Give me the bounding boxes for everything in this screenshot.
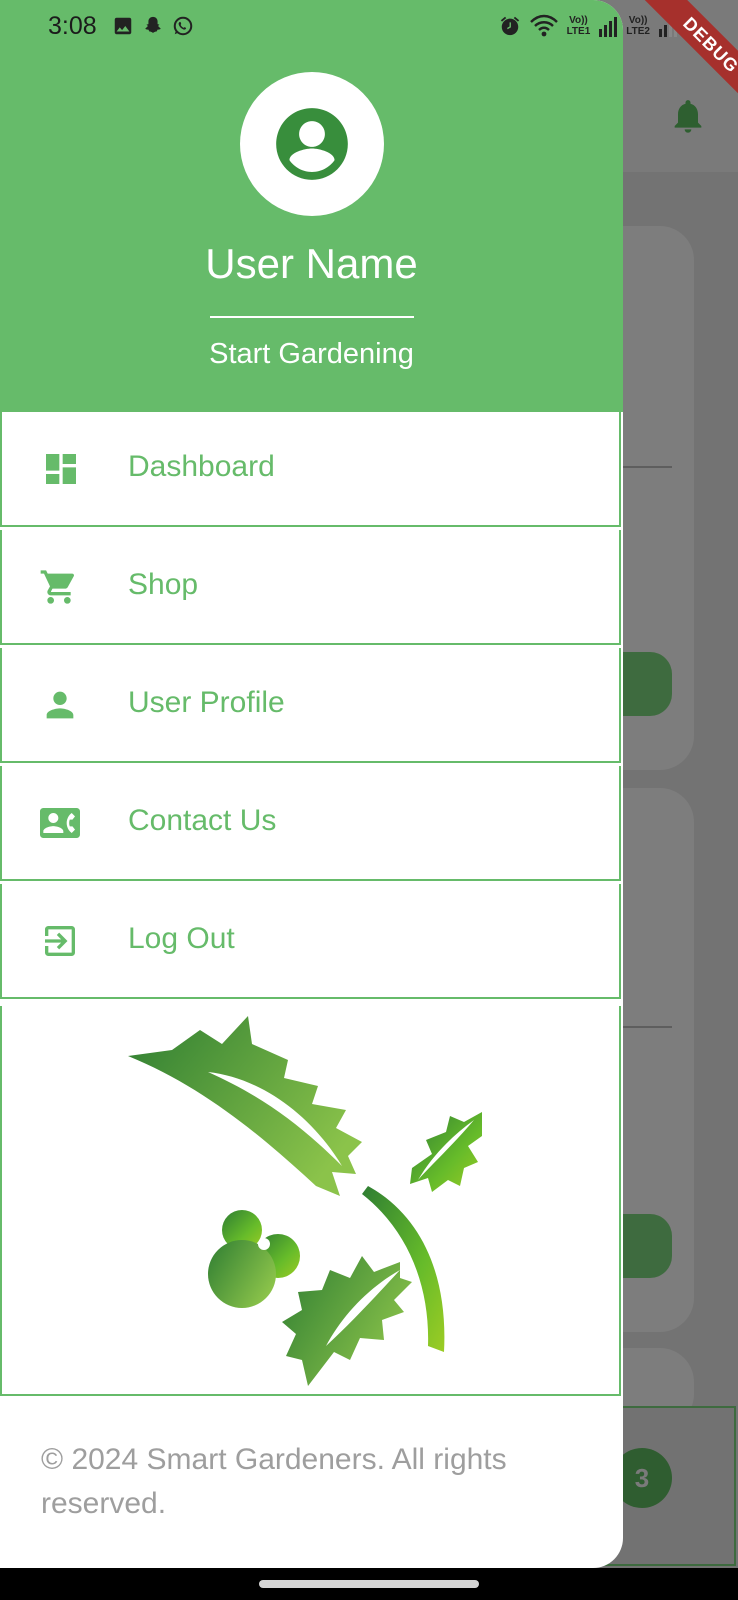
logout-icon (45, 926, 75, 956)
footer-copyright: © 2024 Smart Gardeners. All rights reser… (41, 1443, 507, 1520)
wifi-icon (529, 14, 558, 37)
status-time: 3:08 (48, 12, 97, 40)
menu-label: Log Out (128, 922, 235, 955)
notification-bell-icon[interactable] (668, 94, 708, 138)
whatsapp-icon (173, 16, 193, 36)
sim2-label: Vo)) LTE2 (626, 15, 650, 37)
background-divider (620, 466, 672, 468)
background-divider (620, 1026, 672, 1028)
avatar[interactable] (240, 72, 384, 216)
gesture-handle[interactable] (259, 1580, 479, 1588)
account-circle-icon (276, 108, 348, 180)
alarm-icon (500, 16, 519, 36)
menu-label: Dashboard (128, 450, 275, 483)
user-name: User Name (205, 240, 418, 287)
snapchat-icon (145, 16, 161, 33)
navigation-drawer: User Name Start Gardening Dashboard Shop… (0, 0, 623, 1568)
drawer-subtitle: Start Gardening (209, 338, 414, 370)
menu-label: Contact Us (128, 804, 277, 837)
menu-item-log-out[interactable]: Log Out (0, 884, 621, 999)
person-icon (46, 691, 74, 719)
dashboard-icon (46, 454, 76, 484)
menu-item-user-profile[interactable]: User Profile (0, 648, 621, 763)
menu-item-contact-us[interactable]: Contact Us (0, 766, 621, 881)
menu-item-dashboard[interactable]: Dashboard (0, 412, 621, 527)
logo-container (0, 1006, 621, 1396)
menu-label: Shop (128, 568, 199, 601)
status-bar: 3:08 Vo)) LTE1 Vo)) LTE2 (0, 0, 738, 56)
holly-leaf-logo (128, 1016, 482, 1386)
contact-phone-icon (40, 808, 80, 838)
menu-item-shop[interactable]: Shop (0, 530, 621, 645)
drawer-header: User Name Start Gardening (0, 0, 623, 412)
header-divider (210, 316, 414, 318)
shopping-cart-icon (40, 570, 75, 604)
image-icon (114, 17, 132, 35)
sim1-label: Vo)) LTE1 (566, 15, 591, 37)
menu-label: User Profile (128, 686, 285, 719)
signal-sim1-icon (599, 17, 618, 37)
